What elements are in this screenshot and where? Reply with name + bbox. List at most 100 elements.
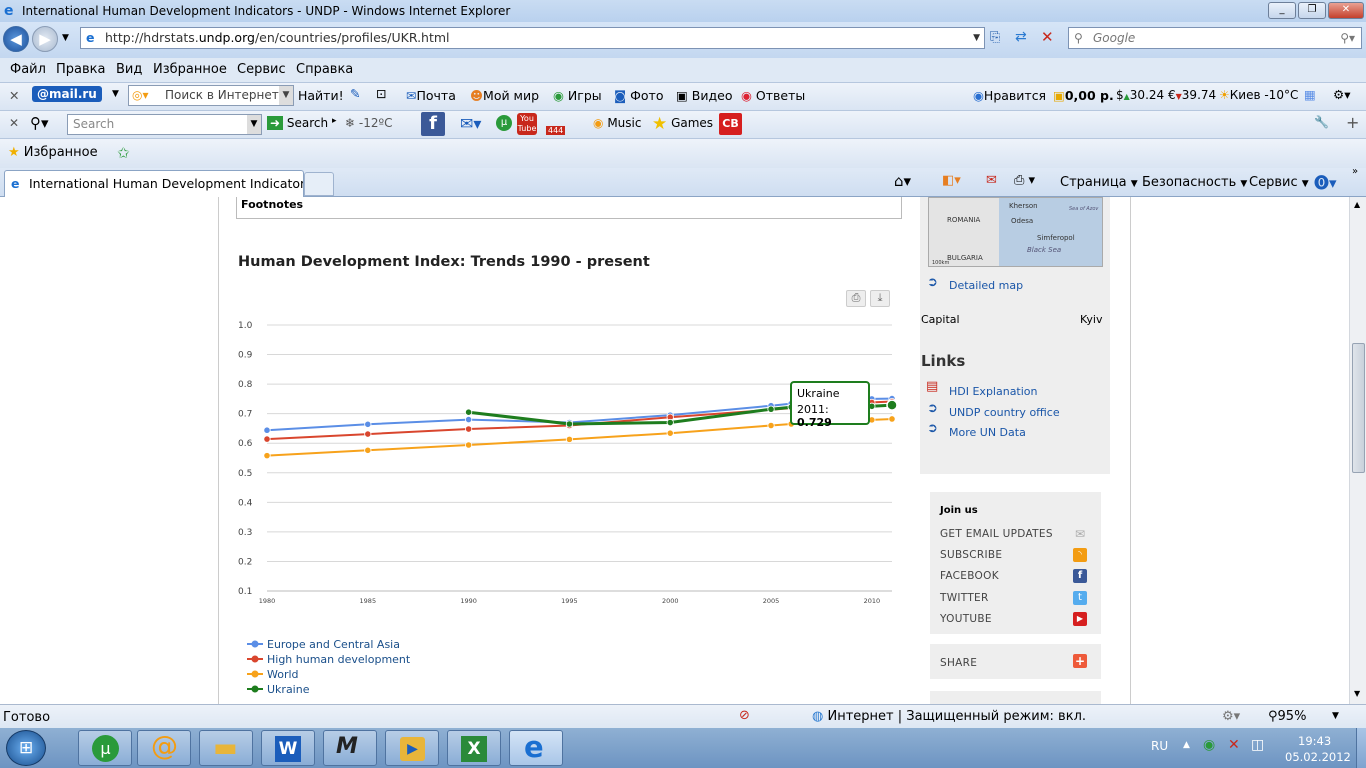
- usd-rate[interactable]: $▲30.24: [1116, 88, 1164, 102]
- stop-icon[interactable]: ✕: [1041, 28, 1054, 46]
- add-icon[interactable]: +: [1346, 113, 1359, 132]
- pencil-icon[interactable]: ✎: [350, 86, 360, 101]
- mail-envelope-icon[interactable]: ✉▾: [460, 114, 481, 133]
- read-mail-icon[interactable]: ✉: [986, 173, 997, 188]
- search-go-icon[interactable]: ⚲▾: [1340, 28, 1355, 48]
- chevron-more-icon[interactable]: »: [1352, 166, 1358, 177]
- zoom-dropdown-icon[interactable]: ▼: [1332, 711, 1339, 721]
- tray-clock-time[interactable]: 19:43: [1298, 734, 1331, 748]
- games-link[interactable]: ◉ Игры: [553, 88, 602, 103]
- compatibility-icon[interactable]: ⎘: [990, 30, 1000, 45]
- refresh-icon[interactable]: ⇄: [1015, 29, 1027, 45]
- utorrent-icon[interactable]: µ: [496, 115, 512, 131]
- page-scrollbar[interactable]: ▲ ▼: [1349, 197, 1366, 704]
- taskbar-explorer[interactable]: ▬: [199, 730, 253, 766]
- settings-icon[interactable]: ▦: [1304, 87, 1316, 102]
- magnifier-icon[interactable]: ⚲▾: [30, 114, 49, 132]
- notifications-icon[interactable]: 444: [546, 113, 572, 135]
- youtube-link[interactable]: YOUTUBE: [940, 613, 992, 625]
- show-desktop-button[interactable]: [1356, 728, 1366, 768]
- taskbar-mail-agent[interactable]: @: [137, 730, 191, 766]
- menu-help[interactable]: Справка: [296, 62, 353, 77]
- screenshot-icon[interactable]: ⊡: [376, 86, 386, 101]
- taskbar-mathcad[interactable]: M: [323, 730, 377, 766]
- scroll-down-icon[interactable]: ▼: [1354, 689, 1360, 698]
- mailru-dropdown-icon[interactable]: ▼: [112, 89, 119, 99]
- myworld-link[interactable]: ☻Мой мир: [470, 88, 539, 103]
- start-button[interactable]: ⊞: [6, 730, 46, 766]
- detailed-map-link[interactable]: Detailed map: [949, 279, 1023, 292]
- language-indicator[interactable]: RU: [1151, 739, 1168, 753]
- find-button[interactable]: Найти!: [298, 88, 344, 103]
- toolbar-search-dropdown-icon[interactable]: ▼: [247, 115, 261, 134]
- toolbar-search-input[interactable]: Search ▼: [67, 114, 262, 135]
- zoom-control[interactable]: ⚲95%: [1268, 709, 1306, 724]
- tray-volume-icon[interactable]: ◫: [1251, 737, 1264, 753]
- hdi-explanation-link[interactable]: HDI Explanation: [949, 385, 1038, 398]
- protected-mode-icon[interactable]: ⚙▾: [1222, 709, 1240, 724]
- tray-expand-icon[interactable]: ▲: [1183, 740, 1190, 750]
- scroll-up-icon[interactable]: ▲: [1354, 200, 1360, 209]
- address-input[interactable]: e http://hdrstats.undp.org/en/countries/…: [80, 27, 985, 49]
- scroll-thumb[interactable]: [1352, 343, 1365, 473]
- new-tab-button[interactable]: [304, 172, 334, 196]
- like-link[interactable]: ◉Нравится: [973, 88, 1046, 103]
- mailru-search-dropdown-icon[interactable]: ▼: [279, 86, 293, 105]
- home-icon[interactable]: ⌂▾: [894, 172, 911, 190]
- feeds-icon[interactable]: ◧▾: [942, 173, 961, 188]
- page-menu[interactable]: Страница ▼: [1060, 175, 1138, 190]
- wrench-icon[interactable]: 🔧: [1314, 115, 1329, 129]
- weather-link[interactable]: ☀Киев -10°C: [1219, 88, 1298, 102]
- chart-print-icon[interactable]: ⎙: [846, 290, 866, 307]
- menu-view[interactable]: Вид: [116, 62, 142, 77]
- answers-link[interactable]: ◉ Ответы: [741, 88, 805, 103]
- mailru-logo[interactable]: @mail.ru: [32, 86, 102, 102]
- tray-agent-icon[interactable]: ◉: [1203, 737, 1215, 753]
- menu-file[interactable]: Файл: [10, 62, 46, 77]
- rss-icon[interactable]: ◝: [1073, 548, 1087, 562]
- share-link[interactable]: SHARE: [940, 657, 977, 669]
- taskbar-media-player[interactable]: ▶: [385, 730, 439, 766]
- security-zone[interactable]: ◍ Интернет | Защищенный режим: вкл.: [812, 709, 1086, 724]
- tab-active[interactable]: e International Human Development Indica…: [4, 170, 304, 197]
- games-link-2[interactable]: ★ Games: [652, 114, 713, 134]
- taskbar-utorrent[interactable]: µ: [78, 730, 132, 766]
- toolbar-search-button[interactable]: ➜ Search: [267, 116, 328, 130]
- popup-blocker-icon[interactable]: ⊘: [739, 708, 750, 723]
- close-window-button[interactable]: ✕: [1328, 2, 1364, 19]
- facebook-small-icon[interactable]: f: [1073, 569, 1087, 583]
- history-dropdown-icon[interactable]: ▼: [62, 33, 69, 43]
- maximize-button[interactable]: ❐: [1298, 2, 1326, 19]
- eur-rate[interactable]: €▼39.74: [1168, 88, 1216, 102]
- tray-network-icon[interactable]: ✕: [1228, 737, 1240, 753]
- cb-icon[interactable]: CB: [719, 113, 742, 135]
- twitter-link[interactable]: TWITTER: [940, 592, 989, 604]
- close-toolbar2-icon[interactable]: ✕: [9, 116, 19, 130]
- tray-clock-date[interactable]: 05.02.2012: [1285, 750, 1351, 764]
- undp-office-link[interactable]: UNDP country office: [949, 406, 1060, 419]
- security-menu[interactable]: Безопасность ▼: [1142, 175, 1247, 190]
- facebook-link[interactable]: FACEBOOK: [940, 570, 999, 582]
- search-input[interactable]: ⚲ Google ⚲▾: [1068, 27, 1362, 49]
- taskbar-ie[interactable]: e: [509, 730, 563, 766]
- video-link[interactable]: ▣ Видео: [676, 88, 732, 103]
- address-dropdown-icon[interactable]: ▼: [973, 28, 980, 48]
- service-menu[interactable]: Сервис ▼: [1249, 175, 1309, 190]
- facebook-icon[interactable]: f: [421, 112, 445, 136]
- taskbar-word[interactable]: W: [261, 730, 315, 766]
- mail-link[interactable]: ✉Почта: [406, 88, 456, 103]
- email-updates-link[interactable]: GET EMAIL UPDATES: [940, 528, 1053, 540]
- mailru-search-input[interactable]: ◎▾ Поиск в Интернете ▼: [128, 85, 294, 106]
- twitter-icon[interactable]: t: [1073, 591, 1087, 605]
- weather-small-link[interactable]: ❄ -12ºC: [345, 116, 393, 130]
- menu-edit[interactable]: Правка: [56, 62, 105, 77]
- close-toolbar-icon[interactable]: ✕: [9, 88, 19, 103]
- music-link[interactable]: ◉ Music: [593, 116, 641, 130]
- email-icon[interactable]: ✉: [1073, 527, 1087, 541]
- forward-button[interactable]: ▶: [32, 26, 58, 52]
- subscribe-link[interactable]: SUBSCRIBE: [940, 549, 1002, 561]
- print-icon[interactable]: ⎙ ▾: [1014, 173, 1035, 188]
- minimize-button[interactable]: _: [1268, 2, 1296, 19]
- balance-link[interactable]: ▣0,00 р.: [1053, 88, 1114, 103]
- youtube-small-icon[interactable]: ▶: [1073, 612, 1087, 626]
